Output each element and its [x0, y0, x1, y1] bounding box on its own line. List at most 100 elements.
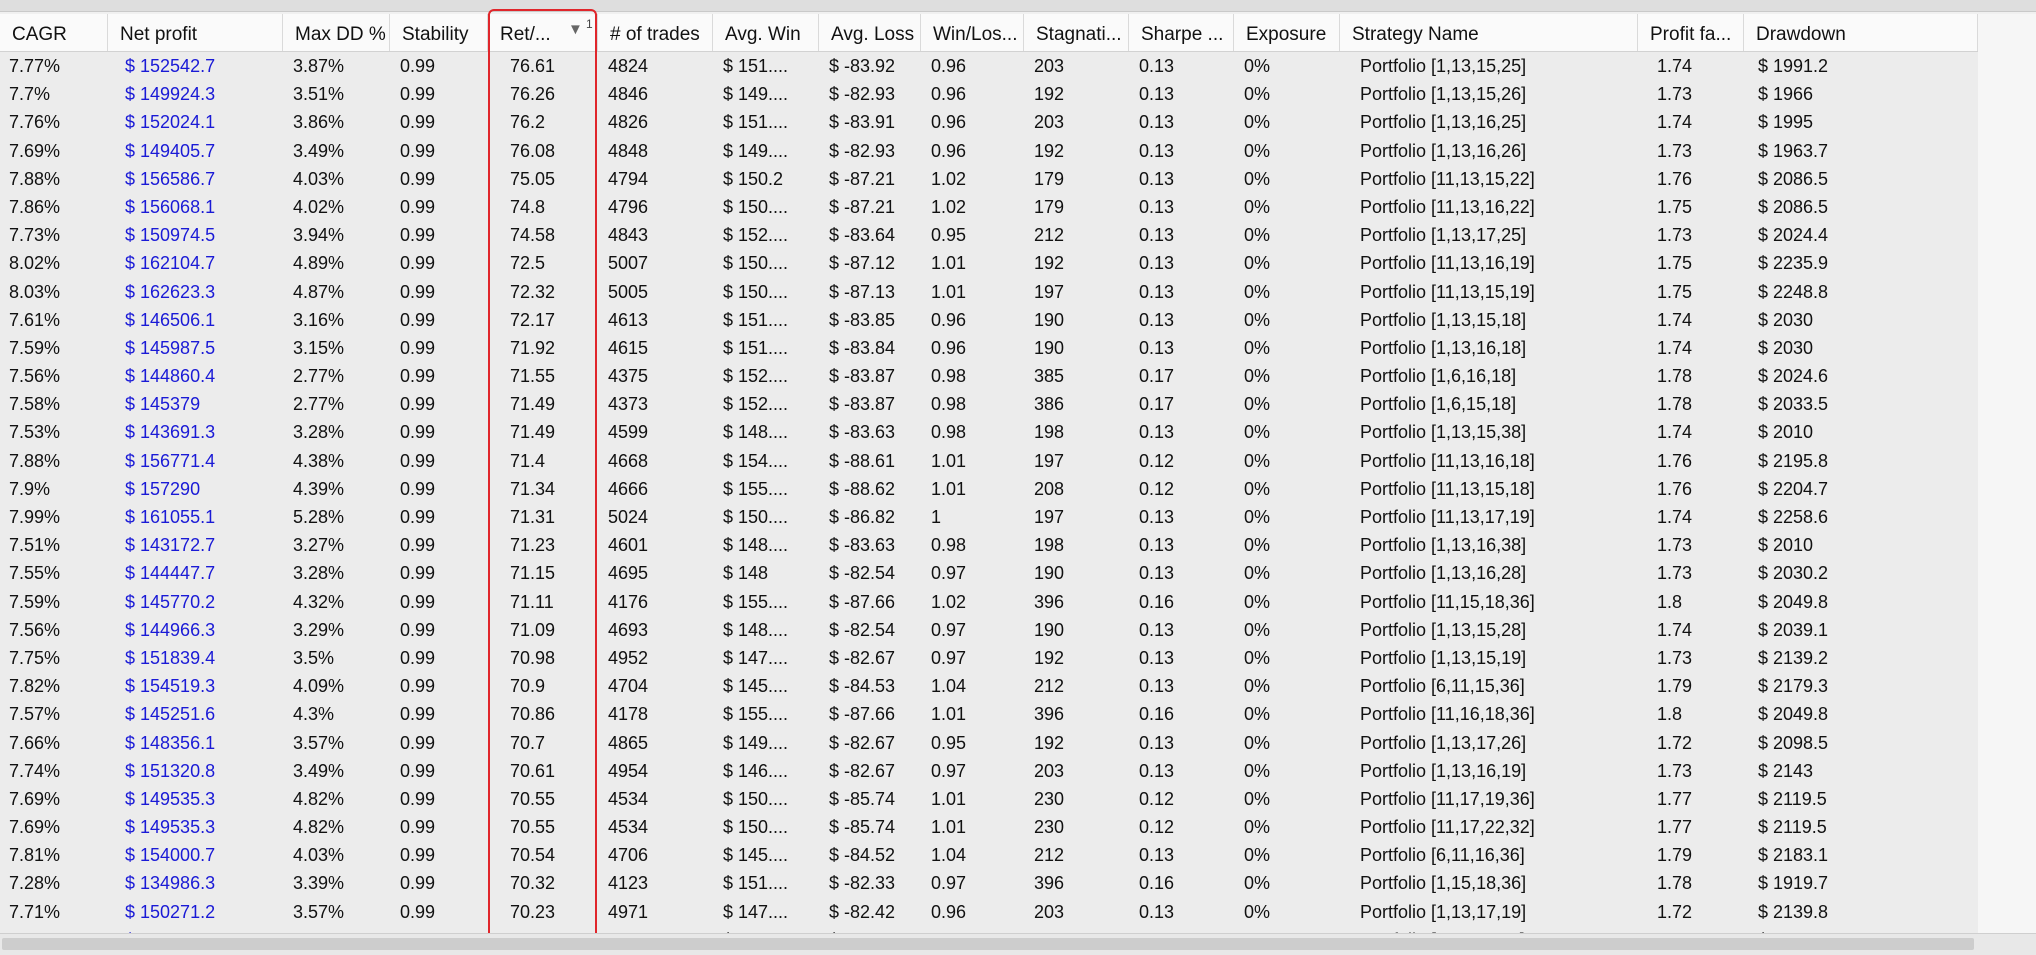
cell-stagnation: 385: [1034, 366, 1065, 387]
cell-profit-factor: 1.77: [1657, 788, 1693, 809]
cell-cagr: 7.58%: [9, 394, 61, 415]
header-cagr[interactable]: CAGR: [0, 14, 108, 51]
horizontal-scrollbar[interactable]: [0, 933, 2036, 955]
table-row[interactable]: 7.59% $ 145770.2 4.32% 0.99 71.11 4176 $ 155..…: [0, 587, 1978, 616]
cell-stagnation: 203: [1034, 760, 1065, 781]
cell-stability: 0.99: [400, 591, 436, 612]
cell-stability: 0.99: [400, 478, 436, 499]
cell-max-dd: 3.86%: [293, 112, 345, 133]
table-row[interactable]: 7.82% $ 154519.3 4.09% 0.99 70.9 4704 $ 145...…: [0, 672, 1978, 701]
cell-cagr: 7.59%: [9, 591, 61, 612]
cell-sharpe: 0.13: [1139, 760, 1175, 781]
header-stagnation[interactable]: Stagnati...: [1024, 14, 1129, 51]
header-win-loss[interactable]: Win/Los...: [921, 14, 1024, 51]
table-row[interactable]: 7.28% $ 134986.3 3.39% 0.99 70.32 4123 $ 151..…: [0, 869, 1978, 898]
table-row[interactable]: 7.75% $ 151839.4 3.5% 0.99 70.98 4952 $ 147...…: [0, 643, 1978, 673]
cell-cagr: 7.51%: [9, 535, 61, 556]
header-avg-loss[interactable]: Avg. Loss: [819, 14, 921, 51]
cell-max-dd: 3.51%: [293, 84, 345, 105]
table-row[interactable]: 7.56% $ 144860.4 2.77% 0.99 71.55 4375 $ 152..…: [0, 362, 1978, 391]
table-row[interactable]: 7.88% $ 156586.7 4.03% 0.99 75.05 4794 $ 150.2…: [0, 164, 1978, 193]
cell-drawdown: $ 2204.7: [1758, 478, 1829, 499]
cell-max-dd: 3.27%: [293, 535, 345, 556]
table-row[interactable]: 7.59% $ 145987.5 3.15% 0.99 71.92 4615 $ 151..…: [0, 333, 1978, 363]
table-row[interactable]: 7.69% $ 149535.3 4.82% 0.99 70.55 4534 $ 150..…: [0, 813, 1978, 842]
table-row[interactable]: 7.81% $ 154000.7 4.03% 0.99 70.54 4706 $ 145..…: [0, 841, 1978, 870]
table-row[interactable]: 7.99% $ 161055.1 5.28% 0.99 71.31 5024 $ 150..…: [0, 503, 1978, 532]
cell-stability: 0.99: [400, 760, 436, 781]
cell-stability: 0.99: [400, 450, 436, 471]
table-row[interactable]: 7.56% $ 144966.3 3.29% 0.99 71.09 4693 $ 148..…: [0, 615, 1978, 644]
cell-win-loss: 0.96: [931, 84, 967, 105]
table-row[interactable]: 8.03% $ 162623.3 4.87% 0.99 72.32 5005 $ 150..…: [0, 277, 1978, 306]
cell-avg-loss: $ -83.85: [829, 309, 896, 330]
cell-max-dd: 3.49%: [293, 760, 345, 781]
header-avg-win[interactable]: Avg. Win: [713, 14, 819, 51]
cell-avg-loss: $ -84.53: [829, 676, 896, 697]
table-row[interactable]: 7.66% $ 148356.1 3.57% 0.99 70.7 4865 $ 149...…: [0, 728, 1978, 757]
cell-profit-factor: 1.74: [1657, 619, 1693, 640]
cell-exposure: 0%: [1244, 647, 1271, 668]
cell-profit-factor: 1.73: [1657, 647, 1693, 668]
cell-ret-dd: 76.2: [510, 112, 546, 133]
cell-drawdown: $ 2024.6: [1758, 366, 1829, 387]
table-row[interactable]: 7.55% $ 144447.7 3.28% 0.99 71.15 4695 $ 148 $ …: [0, 559, 1978, 588]
empty-table-area: [1978, 14, 2036, 934]
cell-ret-dd: 71.49: [510, 422, 556, 443]
cell-sharpe: 0.12: [1139, 450, 1175, 471]
table-row[interactable]: 7.73% $ 150974.5 3.94% 0.99 74.58 4843 $ 152..…: [0, 221, 1978, 250]
table-row[interactable]: 7.74% $ 151320.8 3.49% 0.99 70.61 4954 $ 146..…: [0, 756, 1978, 785]
horizontal-scrollbar-thumb[interactable]: [2, 938, 1974, 950]
cell-sharpe: 0.16: [1139, 873, 1175, 894]
cell-drawdown: $ 2235.9: [1758, 253, 1829, 274]
table-row[interactable]: 8.02% $ 162104.7 4.89% 0.99 72.5 5007 $ 150...…: [0, 249, 1978, 278]
cell-cagr: 7.7%: [9, 84, 51, 105]
cell-cagr: 7.53%: [9, 422, 61, 443]
table-row[interactable]: 7.61% $ 146506.1 3.16% 0.99 72.17 4613 $ 151..…: [0, 305, 1978, 334]
cell-exposure: 0%: [1244, 760, 1271, 781]
table-row[interactable]: 7.76% $ 152024.1 3.86% 0.99 76.2 4826 $ 151...…: [0, 108, 1978, 137]
cell-win-loss: 0.97: [931, 647, 967, 668]
table-row[interactable]: 7.53% $ 143691.3 3.28% 0.99 71.49 4599 $ 148..…: [0, 418, 1978, 447]
header-num-trades[interactable]: # of trades: [598, 14, 713, 51]
table-row[interactable]: 7.71% $ 150271.2 3.57% 0.99 70.23 4971 $ 147..…: [0, 897, 1978, 926]
cell-exposure: 0%: [1244, 507, 1271, 527]
table-row[interactable]: 7.9% $ 157290 4.39% 0.99 71.34 4666 $ 155.... $…: [0, 474, 1978, 503]
cell-drawdown: $ 2030: [1758, 337, 1814, 358]
header-exposure[interactable]: Exposure: [1234, 14, 1340, 51]
table-row[interactable]: 7.7% $ 149924.3 3.51% 0.99 76.26 4846 $ 149...…: [0, 80, 1978, 109]
header-profit-factor[interactable]: Profit fa...: [1638, 14, 1744, 51]
table-row[interactable]: 7.51% $ 143172.7 3.27% 0.99 71.23 4601 $ 148..…: [0, 531, 1978, 560]
table-row[interactable]: 7.69% $ 149405.7 3.49% 0.99 76.08 4848 $ 149..…: [0, 136, 1978, 165]
cell-exposure: 0%: [1244, 168, 1271, 189]
header-stability[interactable]: Stability: [390, 14, 488, 51]
table-row[interactable]: 7.69% $ 149535.3 4.82% 0.99 70.55 4534 $ 150..…: [0, 784, 1978, 814]
cell-num-trades: 4693: [608, 619, 649, 640]
cell-max-dd: 4.32%: [293, 591, 345, 612]
table-row[interactable]: 7.77% $ 152542.7 3.87% 0.99 76.61 4824 $ 151..…: [0, 52, 1978, 81]
cell-drawdown: $ 1966: [1758, 84, 1814, 105]
table-row[interactable]: 7.86% $ 156068.1 4.02% 0.99 74.8 4796 $ 150...…: [0, 192, 1978, 222]
top-panel-edge: [0, 0, 2036, 12]
cell-drawdown: $ 2139.2: [1758, 647, 1829, 668]
header-net-profit[interactable]: Net profit: [108, 14, 283, 51]
cell-profit-factor: 1.73: [1657, 84, 1693, 105]
cell-avg-win: $ 148....: [723, 619, 789, 640]
cell-cagr: 7.99%: [9, 507, 61, 527]
cell-sharpe: 0.16: [1139, 704, 1175, 725]
header-strategy-name[interactable]: Strategy Name: [1340, 14, 1638, 51]
cell-drawdown: $ 2030.2: [1758, 563, 1829, 584]
cell-stability: 0.99: [400, 337, 436, 358]
cell-ret-dd: 76.08: [510, 140, 556, 161]
header-max-dd[interactable]: Max DD %: [283, 14, 390, 51]
table-row[interactable]: 7.88% $ 156771.4 4.38% 0.99 71.4 4668 $ 154...…: [0, 446, 1978, 475]
cell-profit-factor: 1.76: [1657, 450, 1693, 471]
header-drawdown[interactable]: Drawdown: [1744, 14, 1978, 51]
cell-profit-factor: 1.73: [1657, 140, 1693, 161]
cell-ret-dd: 70.32: [510, 873, 556, 894]
table-row[interactable]: 7.57% $ 145251.6 4.3% 0.99 70.86 4178 $ 155...…: [0, 700, 1978, 729]
cell-win-loss: 1.02: [931, 168, 967, 189]
cell-exposure: 0%: [1244, 704, 1271, 725]
header-sharpe[interactable]: Sharpe ...: [1129, 14, 1234, 51]
table-row[interactable]: 7.58% $ 145379 2.77% 0.99 71.49 4373 $ 152....…: [0, 390, 1978, 419]
